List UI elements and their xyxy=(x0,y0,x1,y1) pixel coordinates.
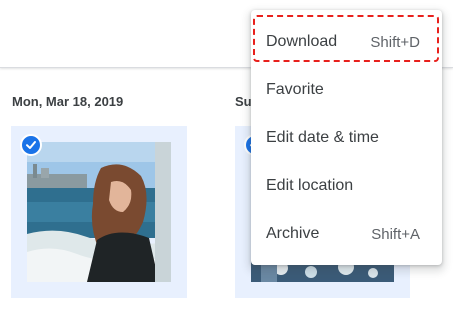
menu-item-label: Favorite xyxy=(266,81,324,98)
menu-item-shortcut: Shift+D xyxy=(370,33,420,51)
menu-item-label: Edit date & time xyxy=(266,129,379,146)
menu-item-favorite[interactable]: Favorite xyxy=(251,66,442,114)
menu-item-download[interactable]: Download Shift+D xyxy=(251,18,442,66)
menu-item-edit-date-time[interactable]: Edit date & time xyxy=(251,114,442,162)
date-header: Mon, Mar 18, 2019 xyxy=(12,94,124,109)
photo-card[interactable] xyxy=(11,126,187,298)
menu-item-label: Archive xyxy=(266,225,320,242)
menu-item-label: Download xyxy=(266,33,338,50)
more-options-menu: Download Shift+D Favorite Edit date & ti… xyxy=(251,10,442,265)
menu-item-shortcut: Shift+A xyxy=(371,225,420,243)
menu-item-archive[interactable]: Archive Shift+A xyxy=(251,210,442,258)
menu-item-edit-location[interactable]: Edit location xyxy=(251,162,442,210)
selected-check-icon[interactable] xyxy=(20,134,42,156)
menu-item-label: Edit location xyxy=(266,177,354,194)
photo-thumbnail[interactable] xyxy=(27,142,171,282)
